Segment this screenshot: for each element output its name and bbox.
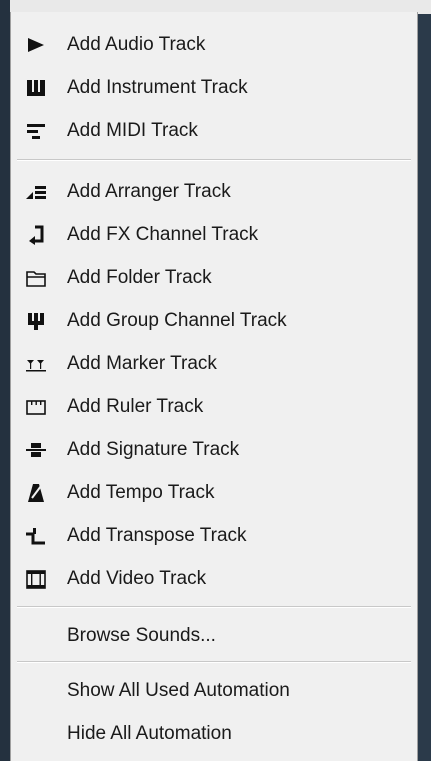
menu-item-add-tempo-track[interactable]: Add Tempo Track	[11, 474, 417, 512]
menu-item-label: Add FX Channel Track	[67, 224, 259, 245]
menu-item-label: Add Ruler Track	[67, 396, 204, 417]
menu-separator	[17, 661, 411, 663]
ruler-track-icon	[25, 396, 47, 418]
menu-item-add-video-track[interactable]: Add Video Track	[11, 560, 417, 598]
menu-item-add-marker-track[interactable]: Add Marker Track	[11, 345, 417, 383]
group-channel-track-icon	[25, 310, 47, 332]
window-edge	[0, 0, 10, 761]
menu-item-label: Add Arranger Track	[67, 181, 231, 202]
arranger-track-icon	[25, 181, 47, 203]
add-track-context-menu: Add Audio Track Add Instrument Track Add…	[10, 12, 418, 761]
instrument-track-icon	[25, 77, 47, 99]
audio-track-icon	[25, 34, 47, 56]
menu-item-label: Add Signature Track	[67, 439, 240, 460]
menu-item-label: Add Folder Track	[67, 267, 212, 288]
menu-item-add-ruler-track[interactable]: Add Ruler Track	[11, 388, 417, 426]
menu-item-add-midi-track[interactable]: Add MIDI Track	[11, 112, 417, 150]
menu-separator	[17, 159, 411, 161]
video-track-icon	[25, 568, 47, 590]
menu-item-add-audio-track[interactable]: Add Audio Track	[11, 26, 417, 64]
menu-item-label: Add Transpose Track	[67, 525, 247, 546]
menu-item-add-transpose-track[interactable]: Add Transpose Track	[11, 517, 417, 555]
menu-item-add-arranger-track[interactable]: Add Arranger Track	[11, 173, 417, 211]
marker-track-icon	[25, 353, 47, 375]
menu-item-show-all-used-automation[interactable]: Show All Used Automation	[11, 672, 417, 710]
menu-item-browse-sounds[interactable]: Browse Sounds...	[11, 617, 417, 655]
menu-item-label: Add Instrument Track	[67, 77, 248, 98]
browse-sounds-label: Browse Sounds...	[67, 625, 216, 646]
menu-item-add-signature-track[interactable]: Add Signature Track	[11, 431, 417, 469]
show-automation-label: Show All Used Automation	[67, 680, 290, 701]
menu-item-add-group-channel-track[interactable]: Add Group Channel Track	[11, 302, 417, 340]
fx-channel-track-icon	[25, 224, 47, 246]
menu-item-label: Add Marker Track	[67, 353, 217, 374]
folder-track-icon	[25, 267, 47, 289]
menu-item-label: Add MIDI Track	[67, 120, 198, 141]
menu-item-label: Add Video Track	[67, 568, 207, 589]
transpose-track-icon	[25, 525, 47, 547]
menu-item-add-folder-track[interactable]: Add Folder Track	[11, 259, 417, 297]
menu-item-label: Add Audio Track	[67, 34, 206, 55]
tempo-track-icon	[25, 482, 47, 504]
menu-separator	[17, 606, 411, 608]
hide-automation-label: Hide All Automation	[67, 723, 232, 744]
signature-track-icon	[25, 439, 47, 461]
menu-item-hide-all-automation[interactable]: Hide All Automation	[11, 715, 417, 753]
menu-item-add-instrument-track[interactable]: Add Instrument Track	[11, 69, 417, 107]
menu-item-label: Add Tempo Track	[67, 482, 215, 503]
menu-item-add-fx-channel-track[interactable]: Add FX Channel Track	[11, 216, 417, 254]
menu-item-label: Add Group Channel Track	[67, 310, 287, 331]
midi-track-icon	[25, 120, 47, 142]
